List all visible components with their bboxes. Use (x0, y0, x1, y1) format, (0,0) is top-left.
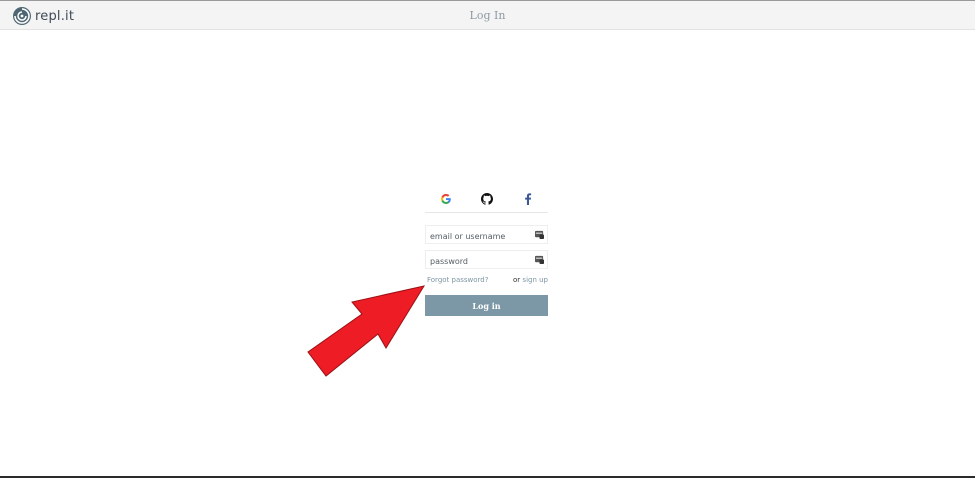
email-input[interactable] (426, 228, 530, 245)
app-window: repl.it Log In email or username Forgot … (0, 0, 975, 478)
page-title: Log In (469, 9, 506, 22)
or-label: or (513, 276, 521, 284)
oauth-providers (425, 186, 548, 213)
facebook-login-button[interactable] (513, 188, 543, 210)
login-button[interactable]: Log in (425, 295, 548, 316)
password-manager-icon[interactable] (535, 255, 544, 264)
facebook-icon (524, 193, 531, 205)
signup-link[interactable]: sign up (522, 276, 548, 284)
forgot-password-link[interactable]: Forgot password? (425, 274, 488, 286)
password-input[interactable] (426, 253, 530, 270)
login-card: Forgot password? or sign up Log in (425, 186, 548, 316)
red-arrow-icon (307, 285, 426, 377)
google-icon (440, 193, 451, 205)
email-field-wrapper (425, 225, 548, 245)
form-links: Forgot password? or sign up (425, 274, 548, 286)
top-bar: repl.it Log In (0, 0, 975, 30)
github-login-button[interactable] (472, 188, 502, 210)
signup-group: or sign up (513, 274, 548, 286)
password-field-wrapper (425, 250, 548, 270)
github-icon (480, 193, 493, 205)
password-manager-icon[interactable] (535, 230, 544, 239)
google-login-button[interactable] (431, 188, 461, 210)
